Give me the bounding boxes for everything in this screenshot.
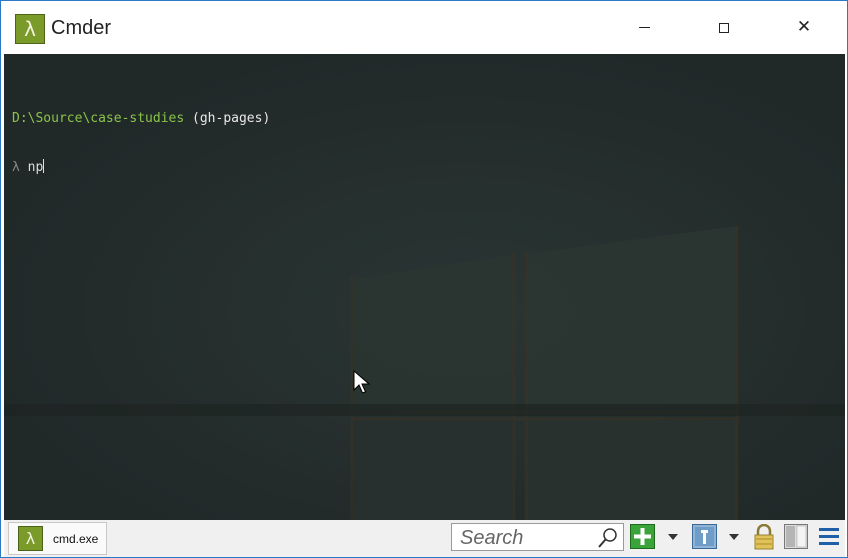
- new-console-dropdown-icon[interactable]: [668, 534, 678, 540]
- window-title: Cmder: [51, 17, 112, 39]
- console-tab[interactable]: λ cmd.exe: [8, 522, 107, 555]
- text-caret: [43, 159, 45, 173]
- close-icon: ✕: [796, 17, 812, 37]
- close-button[interactable]: ✕: [781, 1, 827, 54]
- console-output[interactable]: D:\Source\case-studies (gh-pages) λ np: [12, 79, 270, 208]
- current-path: D:\Source\case-studies: [12, 111, 185, 126]
- title-bar[interactable]: λ Cmder ✕: [1, 1, 847, 54]
- prompt-symbol: λ: [12, 160, 20, 175]
- lock-icon[interactable]: [753, 524, 775, 550]
- menu-icon[interactable]: [818, 524, 840, 549]
- lambda-icon[interactable]: λ: [15, 14, 45, 44]
- status-bar: λ cmd.exe Search: [4, 520, 845, 557]
- prompt-line-path: D:\Source\case-studies (gh-pages): [12, 111, 270, 127]
- minimize-icon: [638, 27, 650, 28]
- search-input[interactable]: Search: [451, 523, 624, 551]
- prompt-line-input[interactable]: λ np: [12, 159, 270, 176]
- search-placeholder: Search: [460, 527, 524, 549]
- maximize-icon: [719, 22, 729, 33]
- search-icon[interactable]: [597, 527, 619, 549]
- panel-icon[interactable]: [692, 524, 717, 549]
- lambda-icon: λ: [18, 526, 43, 551]
- new-console-icon[interactable]: [630, 524, 655, 549]
- maximize-button[interactable]: [701, 1, 747, 54]
- split-pane-icon[interactable]: [784, 524, 808, 549]
- mouse-pointer-icon: [353, 370, 371, 394]
- git-branch: (gh-pages): [184, 111, 271, 126]
- tab-label: cmd.exe: [53, 532, 99, 546]
- console-area[interactable]: D:\Source\case-studies (gh-pages) λ np: [4, 54, 845, 520]
- minimize-button[interactable]: [621, 1, 667, 54]
- cmder-window: λ Cmder ✕ D:\Source\case-studies (gh-pag…: [0, 0, 848, 558]
- panel-dropdown-icon[interactable]: [729, 534, 739, 540]
- command-input[interactable]: np: [28, 160, 44, 175]
